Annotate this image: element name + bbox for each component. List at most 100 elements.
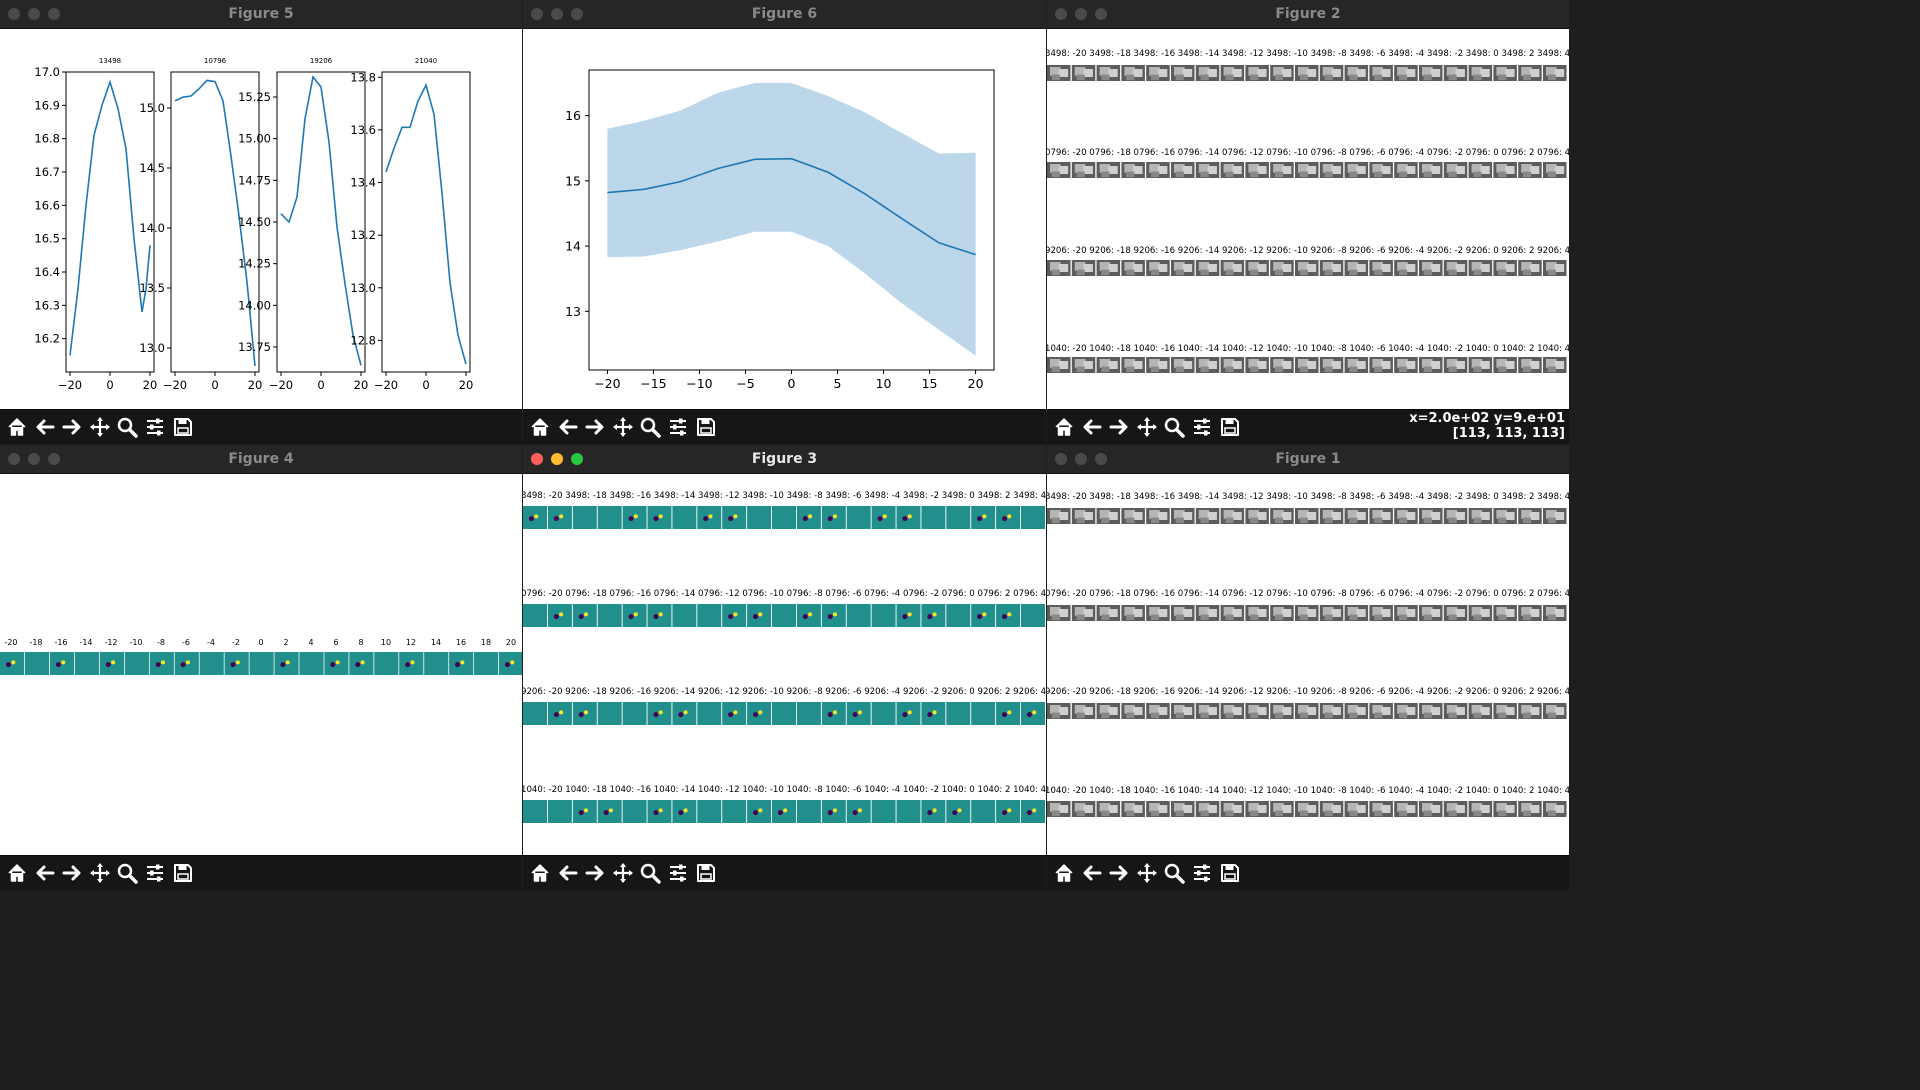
image-highlight <box>1232 707 1242 715</box>
pan-button[interactable] <box>1133 860 1161 886</box>
zoom-button[interactable] <box>113 414 141 440</box>
save-button[interactable] <box>169 414 197 440</box>
configure-subplots-button[interactable] <box>664 860 692 886</box>
zoom-button[interactable] <box>1160 860 1188 886</box>
data-line <box>280 75 362 366</box>
image-highlight <box>1051 74 1060 81</box>
zoom-button[interactable] <box>1160 414 1188 440</box>
home-button[interactable] <box>1050 860 1078 886</box>
back-arrow-button[interactable] <box>31 414 59 440</box>
y-tick-label: 13.0 <box>139 341 165 355</box>
zoom-button[interactable] <box>636 414 664 440</box>
pan-button[interactable] <box>609 414 637 440</box>
image-highlight <box>1274 366 1284 373</box>
image-highlight <box>1498 171 1507 178</box>
titlebar[interactable]: Figure 2 <box>1047 0 1569 29</box>
titlebar[interactable]: Figure 4 <box>0 445 522 474</box>
image-highlight <box>1083 69 1093 77</box>
home-button[interactable] <box>1050 414 1078 440</box>
back-arrow-button[interactable] <box>1078 860 1106 886</box>
save-button[interactable] <box>1216 414 1244 440</box>
pan-button[interactable] <box>609 860 637 886</box>
plot-canvas[interactable]: 13498 16.2 16.3 16.4 16.5 16.6 16.7 16.8 16.9 17.… <box>0 29 522 410</box>
forward-arrow-button[interactable] <box>58 414 86 440</box>
image-highlight <box>1257 805 1267 813</box>
image-highlight <box>1522 712 1532 719</box>
figure-1-window[interactable]: Figure 1 3498: -20 3498: -18 3498: -16 3… <box>1047 445 1569 890</box>
configure-subplots-button[interactable] <box>1188 414 1216 440</box>
home-button[interactable] <box>526 860 554 886</box>
forward-arrow-button[interactable] <box>1105 860 1133 886</box>
image-highlight <box>1232 69 1242 77</box>
titlebar[interactable]: Figure 3 <box>523 445 1046 474</box>
image-highlight <box>1455 609 1465 617</box>
pan-button[interactable] <box>86 414 114 440</box>
image-highlight <box>1133 805 1143 813</box>
plot-canvas[interactable]: −20 −15 −10 −5 0 5 10 15 20 13 14 15 16 <box>523 29 1046 410</box>
figure-2-window[interactable]: Figure 2 3498: -20 3498: -18 3498: -16 3… <box>1047 0 1569 444</box>
heatmap-frame <box>772 702 796 725</box>
zoom-button[interactable] <box>636 860 664 886</box>
image-highlight <box>1349 171 1358 178</box>
heatmap-blob <box>733 612 738 617</box>
titlebar[interactable]: Figure 1 <box>1047 445 1569 474</box>
image-highlight <box>1498 517 1507 524</box>
home-button[interactable] <box>3 414 31 440</box>
configure-subplots-button[interactable] <box>664 414 692 440</box>
forward-arrow-button[interactable] <box>1105 414 1133 440</box>
image-highlight <box>1200 712 1209 719</box>
back-arrow-button[interactable] <box>1078 414 1106 440</box>
image-highlight <box>1398 712 1408 719</box>
save-button[interactable] <box>692 414 720 440</box>
grid-row-13498: 3498: -20 3498: -18 3498: -16 3498: -14 … <box>1047 49 1569 81</box>
image-highlight <box>1200 366 1209 373</box>
image-highlight <box>1349 74 1358 81</box>
back-arrow-button[interactable] <box>554 414 582 440</box>
image-highlight <box>1405 264 1416 272</box>
zoom-button[interactable] <box>113 860 141 886</box>
image-highlight <box>1529 805 1540 813</box>
save-button[interactable] <box>169 860 197 886</box>
back-arrow-button[interactable] <box>554 860 582 886</box>
heatmap-frame <box>523 604 547 627</box>
row-frame-labels: 1040: -20 1040: -18 1040: -16 1040: -14 … <box>523 785 1046 795</box>
y-tick-label: 14.00 <box>238 298 271 312</box>
plot-canvas[interactable]: 3498: -20 3498: -18 3498: -16 3498: -14 … <box>523 474 1046 856</box>
image-highlight <box>1398 171 1408 178</box>
titlebar[interactable]: Figure 6 <box>523 0 1046 29</box>
figure-5-window[interactable]: Figure 5 13498 16.2 16.3 16.4 16.5 16.6 16.7 16… <box>0 0 522 444</box>
home-button[interactable] <box>3 860 31 886</box>
heatmap-blob <box>708 514 713 519</box>
heatmap-blob <box>105 662 111 668</box>
image-highlight <box>1133 166 1143 174</box>
back-arrow-button[interactable] <box>31 860 59 886</box>
forward-arrow-button[interactable] <box>581 860 609 886</box>
image-highlight <box>1175 171 1184 178</box>
pan-button[interactable] <box>86 860 114 886</box>
heatmap-blob <box>460 660 465 665</box>
frame-label: -2 <box>232 638 240 647</box>
plot-canvas[interactable]: -20 -18 -16 -14 -12 -10 -8 -6 -4 -2 0 2 4 6 8 10 12 14 16 1… <box>0 474 522 856</box>
save-button[interactable] <box>1216 860 1244 886</box>
row-frame-labels: 0796: -20 0796: -18 0796: -16 0796: -14 … <box>523 589 1046 599</box>
configure-subplots-button[interactable] <box>141 860 169 886</box>
forward-arrow-button[interactable] <box>58 860 86 886</box>
image-highlight <box>1505 166 1515 174</box>
pan-button[interactable] <box>1133 414 1161 440</box>
image-highlight <box>1324 366 1333 373</box>
image-highlight <box>1547 366 1556 373</box>
heatmap-blob <box>1032 710 1037 715</box>
configure-subplots-button[interactable] <box>141 414 169 440</box>
plot-canvas[interactable]: 3498: -20 3498: -18 3498: -16 3498: -14 … <box>1047 474 1569 856</box>
save-button[interactable] <box>692 860 720 886</box>
forward-arrow-button[interactable] <box>581 414 609 440</box>
plot-canvas[interactable]: 3498: -20 3498: -18 3498: -16 3498: -14 … <box>1047 29 1569 410</box>
configure-subplots-button[interactable] <box>1188 860 1216 886</box>
heatmap-blob <box>360 660 365 665</box>
figure-6-window[interactable]: Figure 6 −20 −15 −10 −5 0 5 10 15 20 13 14 15 16 <box>523 0 1046 444</box>
figure-4-window[interactable]: Figure 4 -20 -18 -16 -14 -12 -10 -8 -6 -4 -2 0 2 4 6 8… <box>0 445 522 890</box>
titlebar[interactable]: Figure 5 <box>0 0 522 29</box>
home-button[interactable] <box>526 414 554 440</box>
x-tick-label: 20 <box>459 378 474 392</box>
figure-3-window[interactable]: Figure 3 3498: -20 3498: -18 3498: -16 3… <box>523 445 1046 890</box>
